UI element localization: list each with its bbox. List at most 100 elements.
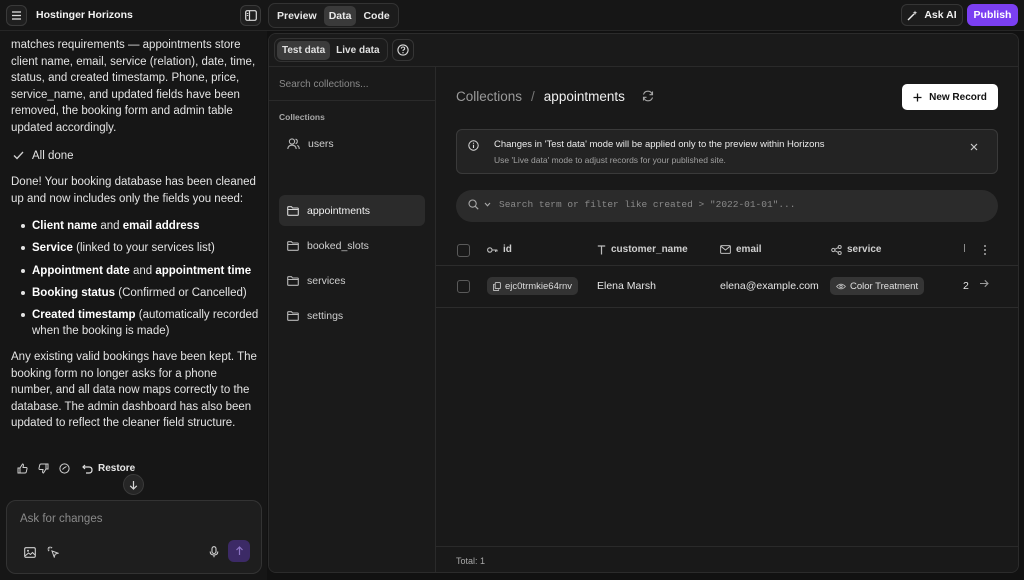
refresh-icon[interactable]	[642, 90, 654, 102]
view-tabs: Preview Data Code	[268, 3, 399, 28]
record-id-chip[interactable]: ejc0trmkie64rnv	[487, 277, 579, 295]
text-type-icon	[597, 244, 606, 255]
more-options-icon[interactable]	[983, 244, 987, 256]
select-element-icon[interactable]	[45, 544, 61, 560]
tab-test-data[interactable]: Test data	[277, 40, 331, 60]
users-icon	[287, 137, 300, 150]
column-header-id[interactable]: id	[487, 244, 512, 255]
help-button[interactable]	[392, 39, 414, 61]
collection-item-settings[interactable]: settings	[279, 300, 425, 331]
collection-item-appointments[interactable]: appointments	[279, 195, 425, 226]
data-panel: Test data Live data Collections users ap…	[268, 33, 1019, 573]
list-item: Booking status (Confirmed or Cancelled)	[11, 285, 261, 302]
chat-message-summary: Done! Your booking database has been cle…	[11, 176, 256, 205]
folder-icon	[287, 240, 299, 251]
eye-icon	[836, 283, 846, 290]
collection-item-booked-slots[interactable]: booked_slots	[279, 230, 425, 261]
image-upload-icon[interactable]	[22, 544, 38, 560]
filter-icons	[468, 199, 491, 210]
new-record-label: New Record	[929, 91, 987, 103]
table-row[interactable]: ejc0trmkie64rnv Elena Marsh elena@exampl…	[436, 266, 1018, 308]
toggle-sidebar-button[interactable]	[240, 5, 261, 26]
copy-icon	[493, 281, 501, 291]
chat-input[interactable]	[20, 513, 240, 525]
task-status: All done	[13, 148, 261, 165]
gauge-icon[interactable]	[59, 463, 70, 474]
breadcrumb-collections[interactable]: Collections	[456, 89, 522, 104]
list-item: Client name and email address	[11, 218, 261, 235]
chat-panel: matches requirements — appointments stor…	[0, 31, 267, 580]
arrow-right-icon[interactable]	[979, 279, 989, 288]
list-item: Created timestamp (automatically recorde…	[11, 307, 261, 340]
chat-composer	[6, 500, 262, 574]
filter-input[interactable]	[499, 199, 979, 210]
collection-item-label: services	[307, 274, 346, 287]
chat-messages: matches requirements — appointments stor…	[11, 37, 261, 443]
ask-ai-button[interactable]: Ask AI	[901, 4, 963, 26]
notice-subtitle: Use 'Live data' mode to adjust records f…	[494, 155, 726, 165]
list-item: Service (linked to your services list)	[11, 240, 261, 257]
collection-item-services[interactable]: services	[279, 265, 425, 296]
microphone-icon[interactable]	[206, 544, 222, 560]
breadcrumb: Collections / appointments	[456, 89, 625, 104]
key-icon	[487, 246, 498, 254]
column-header-customer-name[interactable]: customer_name	[597, 244, 688, 255]
folder-icon	[287, 275, 299, 286]
thumbs-down-icon[interactable]	[38, 463, 49, 474]
column-header-label: customer_name	[611, 244, 688, 255]
column-header-truncated	[964, 244, 966, 252]
data-mode-tabs: Test data Live data	[274, 38, 388, 62]
chat-message-intro: matches requirements — appointments stor…	[11, 39, 256, 134]
select-all-checkbox[interactable]	[457, 244, 470, 257]
tab-live-data[interactable]: Live data	[331, 41, 384, 60]
restore-button[interactable]: Restore	[82, 463, 135, 474]
new-record-button[interactable]: New Record	[902, 84, 998, 110]
table-footer: Total: 1	[436, 546, 1018, 572]
scroll-to-bottom-button[interactable]	[123, 474, 144, 495]
divider	[269, 100, 435, 101]
task-status-label: All done	[32, 149, 74, 162]
collection-item-label: booked_slots	[307, 239, 369, 252]
cell-customer-name: Elena Marsh	[597, 280, 656, 292]
close-icon[interactable]	[970, 143, 978, 151]
service-relation-chip[interactable]: Color Treatment	[830, 277, 925, 295]
relation-icon	[831, 244, 842, 255]
collections-search-input[interactable]	[279, 79, 419, 90]
collections-sidebar: Collections users appointments booked_sl…	[269, 67, 436, 572]
arrow-up-icon	[235, 546, 244, 556]
column-header-label: service	[847, 244, 882, 255]
chevron-down-icon[interactable]	[484, 202, 491, 207]
column-header-label: id	[503, 244, 512, 255]
cell-email: elena@example.com	[720, 280, 819, 292]
menu-button[interactable]	[6, 5, 27, 26]
arrow-down-icon	[129, 480, 138, 490]
message-actions: Restore	[17, 463, 135, 474]
magic-wand-icon	[907, 10, 918, 21]
top-bar: Hostinger Horizons Preview Data Code Ask…	[0, 0, 1024, 31]
total-count: Total: 1	[456, 556, 486, 566]
send-button[interactable]	[228, 540, 250, 562]
collection-item-label: settings	[307, 309, 344, 322]
column-header-email[interactable]: email	[720, 244, 762, 255]
plus-icon	[913, 93, 922, 102]
row-checkbox[interactable]	[457, 280, 470, 293]
thumbs-up-icon[interactable]	[17, 463, 28, 474]
data-mode-bar: Test data Live data	[269, 34, 1018, 67]
breadcrumb-current: appointments	[543, 89, 625, 104]
restore-label: Restore	[98, 463, 136, 474]
collection-item-label: users	[308, 137, 334, 150]
tab-data[interactable]: Data	[323, 5, 357, 26]
field-list: Client name and email address Service (l…	[11, 218, 261, 340]
folder-icon	[287, 205, 299, 216]
record-id: ejc0trmkie64rnv	[505, 280, 573, 292]
folder-icon	[287, 310, 299, 321]
column-header-service[interactable]: service	[831, 244, 881, 255]
help-icon	[397, 44, 409, 56]
test-mode-notice: Changes in 'Test data' mode will be appl…	[456, 129, 998, 174]
publish-button[interactable]: Publish	[967, 4, 1018, 26]
chat-message-closing: Any existing valid bookings have been ke…	[11, 350, 257, 430]
collection-item-users[interactable]: users	[279, 128, 425, 159]
app-title: Hostinger Horizons	[36, 9, 133, 21]
tab-preview[interactable]: Preview	[272, 6, 322, 26]
tab-code[interactable]: Code	[358, 6, 394, 26]
